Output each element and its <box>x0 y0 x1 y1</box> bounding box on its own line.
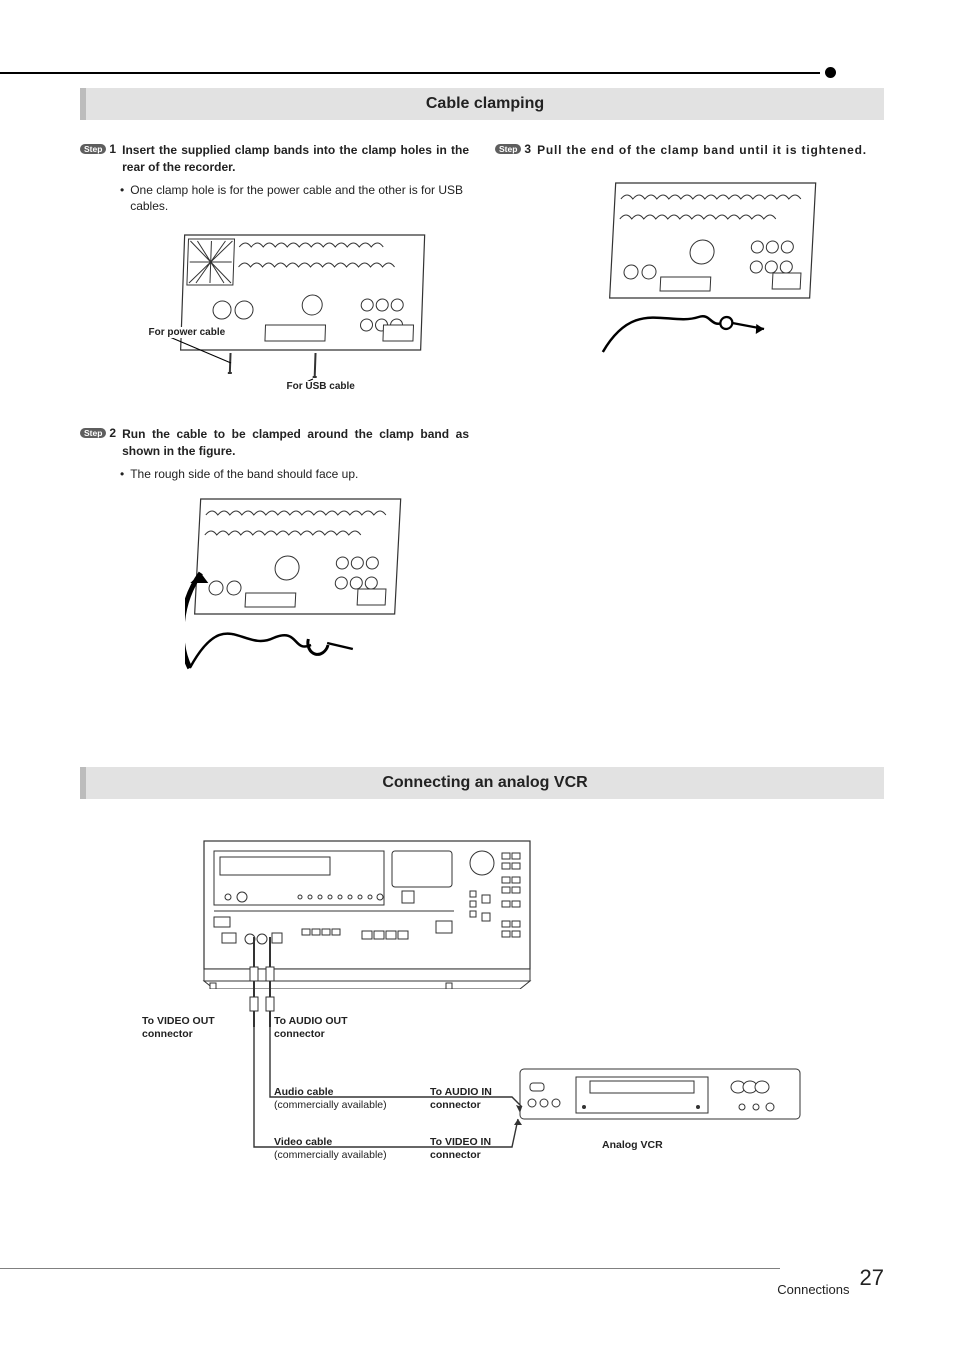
header-rule <box>0 72 820 74</box>
step-badge-2: Step 2 <box>80 426 116 440</box>
step-1: Step 1 Insert the supplied clamp bands i… <box>80 142 469 398</box>
label-for-power-cable: For power cable <box>147 327 228 338</box>
step-2-body: • The rough side of the band should face… <box>120 466 469 483</box>
header-dot-icon <box>825 67 836 78</box>
step-badge-3: Step 3 <box>495 142 531 156</box>
bullet-icon: • <box>120 466 124 483</box>
step-2-body-text: The rough side of the band should face u… <box>130 466 358 483</box>
figure-step1: For power cable For USB cable <box>120 225 469 398</box>
step-number: 3 <box>524 142 531 156</box>
banner-cable-clamping: Cable clamping <box>80 88 884 120</box>
recorder-rear-icon <box>155 225 435 395</box>
step-1-title: Insert the supplied clamp bands into the… <box>122 142 469 176</box>
figure-step2 <box>120 493 469 691</box>
step-pill-icon: Step <box>80 144 106 155</box>
step-pill-icon: Step <box>495 144 521 155</box>
step-1-body-text: One clamp hole is for the power cable an… <box>130 182 469 216</box>
banner-connecting-vcr: Connecting an analog VCR <box>80 767 884 799</box>
step-3: Step 3 Pull the end of the clamp band un… <box>495 142 884 375</box>
step-2-title: Run the cable to be clamped around the c… <box>122 426 469 460</box>
clamp-tighten-icon <box>600 177 820 372</box>
step-number: 1 <box>109 142 116 156</box>
clamp-loop-icon <box>185 493 405 688</box>
vcr-diagram: To VIDEO OUT connector To AUDIO OUT conn… <box>162 829 802 1194</box>
step-1-body: • One clamp hole is for the power cable … <box>120 182 469 216</box>
step-2: Step 2 Run the cable to be clamped aroun… <box>80 426 469 690</box>
right-column: Step 3 Pull the end of the clamp band un… <box>495 142 884 719</box>
bullet-icon: • <box>120 182 124 216</box>
step-3-title: Pull the end of the clamp band until it … <box>537 142 867 159</box>
footer-section-label: Connections <box>777 1282 849 1297</box>
left-column: Step 1 Insert the supplied clamp bands i… <box>80 142 469 719</box>
steps-columns: Step 1 Insert the supplied clamp bands i… <box>80 142 884 719</box>
label-for-usb-cable: For USB cable <box>285 381 357 392</box>
page-number: 27 <box>860 1265 884 1291</box>
connection-arrows-icon <box>162 829 802 1189</box>
step-badge-1: Step 1 <box>80 142 116 156</box>
step-number: 2 <box>109 426 116 440</box>
figure-step3 <box>535 177 884 375</box>
step-pill-icon: Step <box>80 428 106 439</box>
